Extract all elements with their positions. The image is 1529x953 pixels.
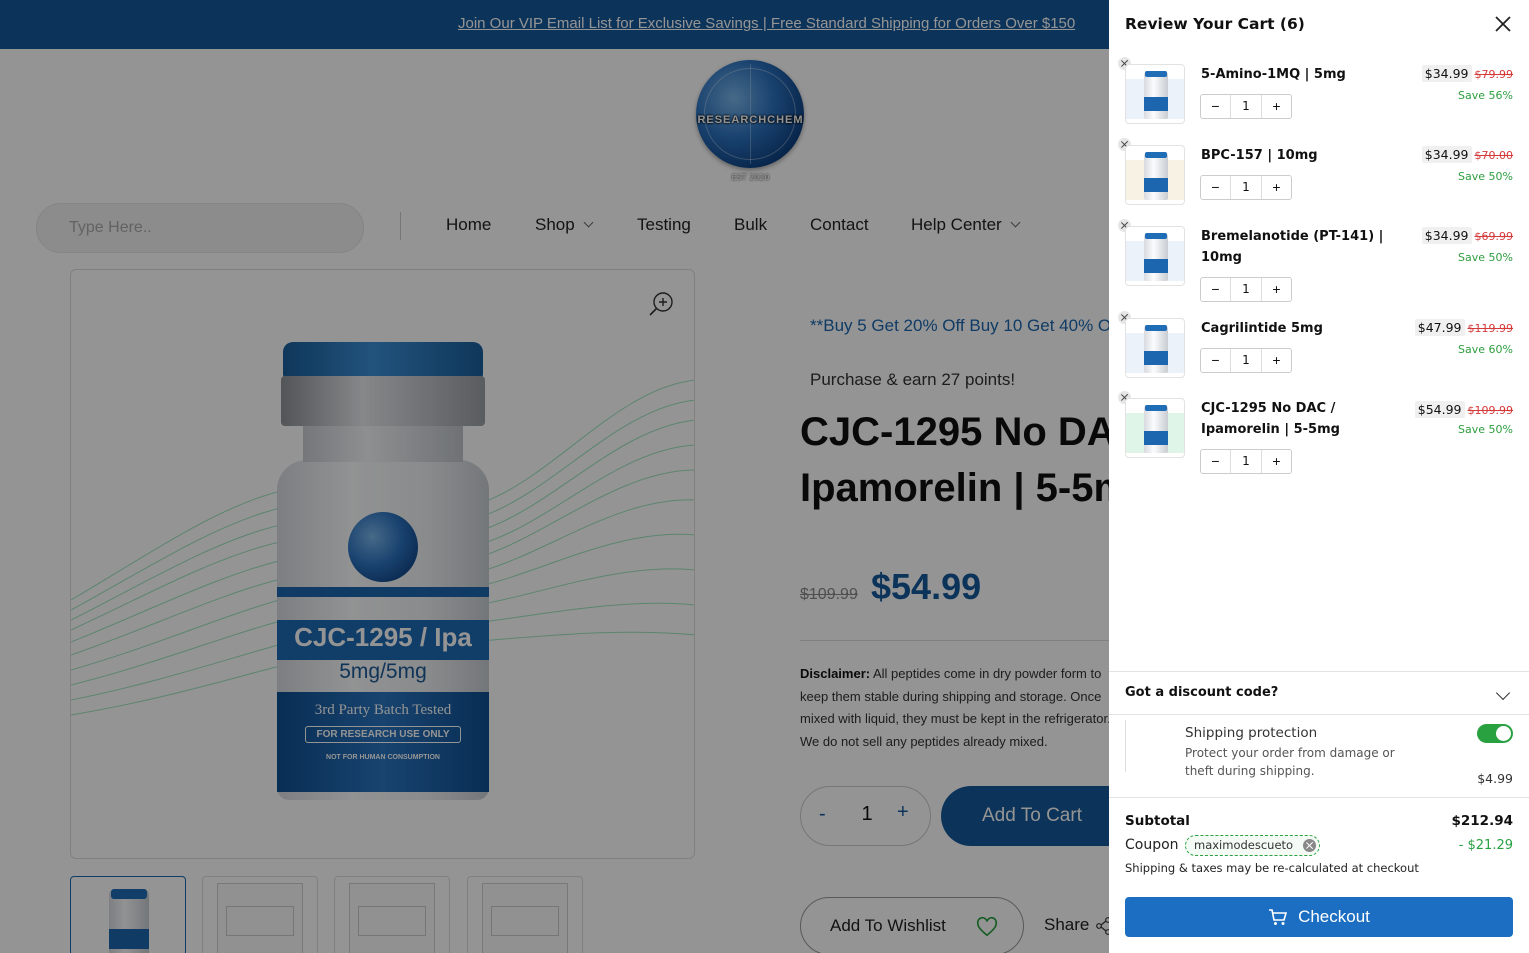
price-old: $70.00: [1474, 149, 1514, 162]
coupon-tag: maximodescueto: [1185, 835, 1321, 856]
shipping-protection-toggle[interactable]: [1477, 724, 1513, 743]
qty-value[interactable]: 1: [1231, 176, 1261, 199]
shipping-protection-desc: Protect your order from damage or theft …: [1185, 746, 1395, 778]
price-now: $34.99: [1421, 227, 1472, 244]
qty-increase-button[interactable]: +: [1261, 278, 1291, 301]
price-old: $119.99: [1467, 322, 1514, 335]
qty-increase-button[interactable]: +: [1261, 95, 1291, 118]
price-old: $69.99: [1474, 230, 1514, 243]
cart-item-image: [1125, 64, 1185, 124]
divider: [1125, 720, 1126, 772]
coupon-label: Coupon: [1125, 837, 1179, 853]
save-badge: Save 50%: [1458, 170, 1513, 183]
shipping-protection-price: $4.99: [1477, 771, 1513, 786]
coupon-code: maximodescueto: [1194, 838, 1294, 852]
cart-item-name: 5-Amino-1MQ | 5mg: [1201, 67, 1346, 82]
cart-icon: [1269, 909, 1288, 925]
qty-decrease-button[interactable]: −: [1201, 349, 1231, 372]
save-badge: Save 56%: [1458, 89, 1513, 102]
remove-icon[interactable]: [1303, 839, 1317, 852]
cart-drawer: Review Your Cart (6) 5-Amino-1MQ | 5mg −…: [1109, 0, 1529, 953]
cart-title: Review Your Cart (6): [1125, 15, 1305, 33]
cart-item-price: $47.99 $119.99: [1414, 319, 1514, 336]
subtotal-label: Subtotal: [1125, 813, 1190, 829]
price-old: $79.99: [1474, 68, 1514, 81]
checkout-button[interactable]: Checkout: [1125, 897, 1513, 937]
price-now: $54.99: [1414, 401, 1465, 418]
qty-value[interactable]: 1: [1231, 450, 1261, 473]
cart-item-name: CJC-1295 No DAC / Ipamorelin | 5-5mg: [1201, 401, 1340, 437]
save-badge: Save 50%: [1458, 423, 1513, 436]
qty-value[interactable]: 1: [1231, 349, 1261, 372]
close-icon[interactable]: [1493, 14, 1513, 34]
discount-code-toggle[interactable]: Got a discount code?: [1125, 685, 1278, 700]
shipping-protection-title: Shipping protection: [1185, 725, 1318, 741]
cart-item-price: $34.99 $70.00: [1421, 146, 1514, 163]
qty-value[interactable]: 1: [1231, 95, 1261, 118]
modal-backdrop[interactable]: [0, 0, 1109, 953]
quantity-stepper: − 1 +: [1200, 175, 1292, 200]
qty-decrease-button[interactable]: −: [1201, 95, 1231, 118]
divider: [1109, 671, 1529, 672]
price-now: $34.99: [1421, 65, 1472, 82]
qty-increase-button[interactable]: +: [1261, 450, 1291, 473]
cart-item-image: [1125, 145, 1185, 205]
price-old: $109.99: [1467, 404, 1514, 417]
price-now: $47.99: [1414, 319, 1465, 336]
cart-item-name: BPC-157 | 10mg: [1201, 148, 1318, 163]
quantity-stepper: − 1 +: [1200, 449, 1292, 474]
quantity-stepper: − 1 +: [1200, 277, 1292, 302]
qty-decrease-button[interactable]: −: [1201, 450, 1231, 473]
qty-decrease-button[interactable]: −: [1201, 176, 1231, 199]
price-now: $34.99: [1421, 146, 1472, 163]
cart-item-price: $54.99 $109.99: [1414, 401, 1514, 418]
coupon-amount: - $21.29: [1458, 838, 1513, 853]
save-badge: Save 60%: [1458, 343, 1513, 356]
cart-item-image: [1125, 398, 1185, 458]
divider: [1109, 714, 1529, 715]
checkout-label: Checkout: [1298, 907, 1370, 926]
save-badge: Save 50%: [1458, 251, 1513, 264]
quantity-stepper: − 1 +: [1200, 94, 1292, 119]
subtotal-value: $212.94: [1451, 813, 1514, 829]
cart-item-image: [1125, 226, 1185, 286]
qty-increase-button[interactable]: +: [1261, 176, 1291, 199]
cart-item-image: [1125, 318, 1185, 378]
cart-item-price: $34.99 $79.99: [1421, 65, 1514, 82]
divider: [1109, 797, 1529, 798]
qty-increase-button[interactable]: +: [1261, 349, 1291, 372]
cart-item-price: $34.99 $69.99: [1421, 227, 1514, 244]
chevron-down-icon[interactable]: [1495, 685, 1511, 701]
cart-item-name: Cagrilintide 5mg: [1201, 321, 1323, 336]
quantity-stepper: − 1 +: [1200, 348, 1292, 373]
cart-item-name: Bremelanotide (PT-141) | 10mg: [1201, 229, 1384, 265]
qty-value[interactable]: 1: [1231, 278, 1261, 301]
qty-decrease-button[interactable]: −: [1201, 278, 1231, 301]
shipping-note: Shipping & taxes may be re-calculated at…: [1125, 861, 1419, 875]
